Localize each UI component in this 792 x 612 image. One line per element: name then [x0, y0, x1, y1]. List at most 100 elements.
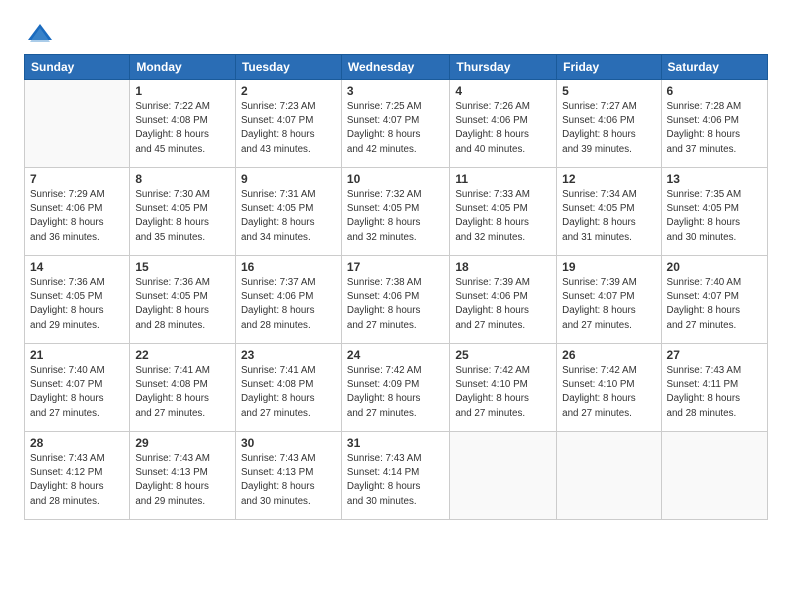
- calendar-cell: 19 Sunrise: 7:39 AMSunset: 4:07 PMDayligh…: [557, 256, 661, 344]
- day-number: 4: [455, 84, 551, 98]
- calendar-cell: 6 Sunrise: 7:28 AMSunset: 4:06 PMDaylight…: [661, 80, 767, 168]
- col-header-tuesday: Tuesday: [235, 55, 341, 80]
- day-number: 13: [667, 172, 762, 186]
- week-row-4: 28 Sunrise: 7:43 AMSunset: 4:12 PMDayligh…: [25, 432, 768, 520]
- calendar-cell: 26 Sunrise: 7:42 AMSunset: 4:10 PMDayligh…: [557, 344, 661, 432]
- day-number: 28: [30, 436, 124, 450]
- day-info: Sunrise: 7:36 AMSunset: 4:05 PMDaylight:…: [135, 276, 230, 333]
- day-number: 17: [347, 260, 444, 274]
- calendar-cell: 14 Sunrise: 7:36 AMSunset: 4:05 PMDayligh…: [25, 256, 130, 344]
- day-number: 3: [347, 84, 444, 98]
- day-info: Sunrise: 7:28 AMSunset: 4:06 PMDaylight:…: [667, 100, 762, 157]
- day-number: 24: [347, 348, 444, 362]
- calendar-cell: 4 Sunrise: 7:26 AMSunset: 4:06 PMDaylight…: [450, 80, 557, 168]
- day-info: Sunrise: 7:43 AMSunset: 4:13 PMDaylight:…: [135, 452, 230, 509]
- calendar-table: SundayMondayTuesdayWednesdayThursdayFrid…: [24, 54, 768, 520]
- day-number: 15: [135, 260, 230, 274]
- calendar-cell: 20 Sunrise: 7:40 AMSunset: 4:07 PMDayligh…: [661, 256, 767, 344]
- calendar-cell: 3Sunrise: 7:25 AMSunset: 4:07 PMDaylight…: [341, 80, 449, 168]
- day-number: 6: [667, 84, 762, 98]
- day-number: 7: [30, 172, 124, 186]
- logo-icon: [26, 20, 54, 48]
- day-number: 25: [455, 348, 551, 362]
- calendar-cell: 28 Sunrise: 7:43 AMSunset: 4:12 PMDayligh…: [25, 432, 130, 520]
- day-info: Sunrise: 7:29 AMSunset: 4:06 PMDaylight:…: [30, 188, 124, 245]
- day-info: Sunrise: 7:32 AMSunset: 4:05 PMDaylight:…: [347, 188, 444, 245]
- day-info: Sunrise: 7:22 AMSunset: 4:08 PMDaylight:…: [135, 100, 230, 157]
- calendar-cell: 25 Sunrise: 7:42 AMSunset: 4:10 PMDayligh…: [450, 344, 557, 432]
- day-number: 16: [241, 260, 336, 274]
- day-info: Sunrise: 7:42 AMSunset: 4:10 PMDaylight:…: [562, 364, 655, 421]
- day-info: Sunrise: 7:38 AMSunset: 4:06 PMDaylight:…: [347, 276, 444, 333]
- calendar-cell: 21Sunrise: 7:40 AMSunset: 4:07 PMDayligh…: [25, 344, 130, 432]
- calendar-cell: 1 Sunrise: 7:22 AMSunset: 4:08 PMDaylight…: [130, 80, 236, 168]
- calendar-cell: 11 Sunrise: 7:33 AMSunset: 4:05 PMDayligh…: [450, 168, 557, 256]
- day-info: Sunrise: 7:39 AMSunset: 4:07 PMDaylight:…: [562, 276, 655, 333]
- calendar-cell: 31 Sunrise: 7:43 AMSunset: 4:14 PMDayligh…: [341, 432, 449, 520]
- calendar-cell: [661, 432, 767, 520]
- day-number: 11: [455, 172, 551, 186]
- col-header-monday: Monday: [130, 55, 236, 80]
- day-number: 31: [347, 436, 444, 450]
- calendar-body: 1 Sunrise: 7:22 AMSunset: 4:08 PMDaylight…: [25, 80, 768, 520]
- calendar-cell: 10Sunrise: 7:32 AMSunset: 4:05 PMDayligh…: [341, 168, 449, 256]
- day-number: 8: [135, 172, 230, 186]
- day-number: 20: [667, 260, 762, 274]
- day-number: 26: [562, 348, 655, 362]
- day-info: Sunrise: 7:43 AMSunset: 4:12 PMDaylight:…: [30, 452, 124, 509]
- day-number: 1: [135, 84, 230, 98]
- calendar-cell: 27Sunrise: 7:43 AMSunset: 4:11 PMDayligh…: [661, 344, 767, 432]
- calendar-cell: 2 Sunrise: 7:23 AMSunset: 4:07 PMDaylight…: [235, 80, 341, 168]
- day-number: 2: [241, 84, 336, 98]
- calendar-cell: 24 Sunrise: 7:42 AMSunset: 4:09 PMDayligh…: [341, 344, 449, 432]
- calendar-header-row: SundayMondayTuesdayWednesdayThursdayFrid…: [25, 55, 768, 80]
- day-info: Sunrise: 7:37 AMSunset: 4:06 PMDaylight:…: [241, 276, 336, 333]
- week-row-2: 14 Sunrise: 7:36 AMSunset: 4:05 PMDayligh…: [25, 256, 768, 344]
- day-number: 14: [30, 260, 124, 274]
- day-info: Sunrise: 7:27 AMSunset: 4:06 PMDaylight:…: [562, 100, 655, 157]
- day-info: Sunrise: 7:33 AMSunset: 4:05 PMDaylight:…: [455, 188, 551, 245]
- day-info: Sunrise: 7:42 AMSunset: 4:10 PMDaylight:…: [455, 364, 551, 421]
- week-row-0: 1 Sunrise: 7:22 AMSunset: 4:08 PMDaylight…: [25, 80, 768, 168]
- day-number: 5: [562, 84, 655, 98]
- day-number: 29: [135, 436, 230, 450]
- calendar-cell: 12 Sunrise: 7:34 AMSunset: 4:05 PMDayligh…: [557, 168, 661, 256]
- day-info: Sunrise: 7:35 AMSunset: 4:05 PMDaylight:…: [667, 188, 762, 245]
- calendar-cell: 29 Sunrise: 7:43 AMSunset: 4:13 PMDayligh…: [130, 432, 236, 520]
- day-number: 19: [562, 260, 655, 274]
- day-info: Sunrise: 7:30 AMSunset: 4:05 PMDaylight:…: [135, 188, 230, 245]
- calendar-cell: 13 Sunrise: 7:35 AMSunset: 4:05 PMDayligh…: [661, 168, 767, 256]
- day-info: Sunrise: 7:41 AMSunset: 4:08 PMDaylight:…: [241, 364, 336, 421]
- week-row-1: 7 Sunrise: 7:29 AMSunset: 4:06 PMDaylight…: [25, 168, 768, 256]
- calendar-cell: [450, 432, 557, 520]
- calendar-cell: 18Sunrise: 7:39 AMSunset: 4:06 PMDayligh…: [450, 256, 557, 344]
- day-info: Sunrise: 7:23 AMSunset: 4:07 PMDaylight:…: [241, 100, 336, 157]
- day-number: 23: [241, 348, 336, 362]
- calendar-cell: 8 Sunrise: 7:30 AMSunset: 4:05 PMDaylight…: [130, 168, 236, 256]
- day-info: Sunrise: 7:43 AMSunset: 4:14 PMDaylight:…: [347, 452, 444, 509]
- col-header-thursday: Thursday: [450, 55, 557, 80]
- col-header-friday: Friday: [557, 55, 661, 80]
- week-row-3: 21Sunrise: 7:40 AMSunset: 4:07 PMDayligh…: [25, 344, 768, 432]
- calendar-cell: [25, 80, 130, 168]
- day-info: Sunrise: 7:36 AMSunset: 4:05 PMDaylight:…: [30, 276, 124, 333]
- col-header-wednesday: Wednesday: [341, 55, 449, 80]
- calendar-cell: 7 Sunrise: 7:29 AMSunset: 4:06 PMDaylight…: [25, 168, 130, 256]
- day-number: 18: [455, 260, 551, 274]
- day-info: Sunrise: 7:42 AMSunset: 4:09 PMDaylight:…: [347, 364, 444, 421]
- page: SundayMondayTuesdayWednesdayThursdayFrid…: [0, 0, 792, 612]
- day-number: 9: [241, 172, 336, 186]
- day-number: 30: [241, 436, 336, 450]
- day-info: Sunrise: 7:31 AMSunset: 4:05 PMDaylight:…: [241, 188, 336, 245]
- day-info: Sunrise: 7:40 AMSunset: 4:07 PMDaylight:…: [667, 276, 762, 333]
- calendar-cell: 17 Sunrise: 7:38 AMSunset: 4:06 PMDayligh…: [341, 256, 449, 344]
- calendar-cell: 22Sunrise: 7:41 AMSunset: 4:08 PMDayligh…: [130, 344, 236, 432]
- day-info: Sunrise: 7:26 AMSunset: 4:06 PMDaylight:…: [455, 100, 551, 157]
- calendar-cell: 23 Sunrise: 7:41 AMSunset: 4:08 PMDayligh…: [235, 344, 341, 432]
- calendar-cell: 15 Sunrise: 7:36 AMSunset: 4:05 PMDayligh…: [130, 256, 236, 344]
- day-number: 12: [562, 172, 655, 186]
- day-number: 21: [30, 348, 124, 362]
- day-info: Sunrise: 7:34 AMSunset: 4:05 PMDaylight:…: [562, 188, 655, 245]
- col-header-saturday: Saturday: [661, 55, 767, 80]
- calendar-cell: 16 Sunrise: 7:37 AMSunset: 4:06 PMDayligh…: [235, 256, 341, 344]
